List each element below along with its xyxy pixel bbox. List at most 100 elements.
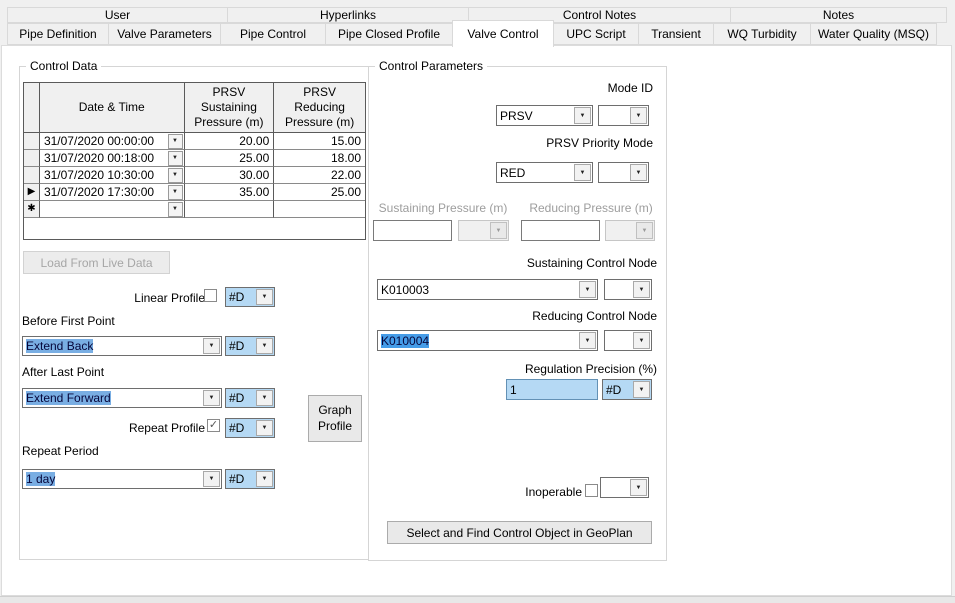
repeat-period-flag-combo[interactable]: #D ▼ [225, 469, 275, 489]
tab-pipe-control[interactable]: Pipe Control [220, 23, 326, 45]
datetime-dropdown-button[interactable]: ▼ [167, 201, 183, 217]
mode-id-flag-combo[interactable]: ▼ [598, 105, 649, 126]
chevron-down-icon[interactable]: ▼ [579, 332, 596, 349]
reducing-cell[interactable] [274, 201, 365, 218]
after-last-point-flag-combo[interactable]: #D ▼ [225, 388, 275, 408]
repeat-period-combo[interactable]: 1 day ▼ [22, 469, 222, 489]
inoperable-checkbox[interactable] [585, 484, 598, 497]
sustaining-cell[interactable]: 30.00 [184, 167, 275, 184]
chevron-down-icon[interactable]: ▼ [630, 164, 647, 181]
chevron-down-icon[interactable]: ▼ [633, 381, 650, 398]
table-row-current[interactable]: ▶ 31/07/2020 17:30:00 ▼ 35.00 25.00 [24, 184, 365, 201]
datetime-cell[interactable]: 31/07/2020 10:30:00 ▼ [39, 167, 185, 184]
after-last-point-combo[interactable]: Extend Forward ▼ [22, 388, 222, 408]
tab-pipe-closed-profile[interactable]: Pipe Closed Profile [325, 23, 453, 45]
priority-mode-combo[interactable]: RED ▼ [496, 162, 593, 183]
datetime-dropdown-button[interactable]: ▼ [167, 184, 183, 200]
chevron-down-icon[interactable]: ▼ [630, 479, 647, 496]
tab-label: Pipe Definition [19, 27, 97, 41]
graph-profile-button[interactable]: Graph Profile [308, 395, 362, 442]
tab-pipe-definition[interactable]: Pipe Definition [7, 23, 109, 45]
sustaining-cell[interactable]: 20.00 [184, 133, 275, 150]
combo-value: Extend Back [26, 339, 94, 353]
sustaining-cell[interactable] [184, 201, 275, 218]
reducing-cell[interactable]: 18.00 [274, 150, 365, 167]
chevron-down-icon[interactable]: ▼ [256, 471, 273, 487]
chevron-down-icon[interactable]: ▼ [203, 390, 220, 406]
datetime-dropdown-button[interactable]: ▼ [167, 133, 183, 149]
tab-user[interactable]: User [7, 7, 228, 23]
load-from-live-data-button[interactable]: Load From Live Data [23, 251, 170, 274]
combo-value: #D [229, 391, 245, 405]
datetime-cell[interactable]: 31/07/2020 00:00:00 ▼ [39, 133, 185, 150]
chevron-down-icon[interactable]: ▼ [574, 107, 591, 124]
repeat-profile-flag-combo[interactable]: #D ▼ [225, 418, 275, 438]
inoperable-flag-combo[interactable]: ▼ [600, 477, 649, 498]
chevron-down-icon[interactable]: ▼ [256, 420, 273, 436]
chevron-down-icon: ▼ [636, 222, 653, 239]
chevron-down-icon[interactable]: ▼ [630, 107, 647, 124]
tab-valve-control[interactable]: Valve Control [452, 20, 554, 47]
before-first-point-flag-combo[interactable]: #D ▼ [225, 336, 275, 356]
datetime-cell[interactable]: ▼ [39, 201, 185, 218]
linear-profile-checkbox[interactable] [204, 289, 217, 302]
chevron-down-icon[interactable]: ▼ [256, 289, 273, 305]
chevron-down-icon[interactable]: ▼ [633, 281, 650, 298]
table-row[interactable]: 31/07/2020 10:30:00 ▼ 30.00 22.00 [24, 167, 365, 184]
combo-value: 1 day [26, 472, 56, 486]
priority-mode-flag-combo[interactable]: ▼ [598, 162, 649, 183]
sustaining-cell[interactable]: 35.00 [184, 184, 275, 201]
datetime-dropdown-button[interactable]: ▼ [167, 150, 183, 166]
regulation-precision-flag-combo[interactable]: #D ▼ [602, 379, 652, 400]
chevron-down-icon[interactable]: ▼ [203, 471, 220, 487]
chevron-down-icon[interactable]: ▼ [633, 332, 650, 349]
datetime-cell[interactable]: 31/07/2020 17:30:00 ▼ [39, 184, 185, 201]
table-row-new[interactable]: ✱ ▼ [24, 201, 365, 218]
tab-notes[interactable]: Notes [730, 7, 947, 23]
table-row[interactable]: 31/07/2020 00:00:00 ▼ 20.00 15.00 [24, 133, 365, 150]
sustaining-control-node-flag-combo[interactable]: ▼ [604, 279, 652, 300]
regulation-precision-input[interactable] [506, 379, 598, 400]
sustaining-pressure-input[interactable] [373, 220, 452, 241]
row-selector[interactable]: ✱ [24, 201, 40, 218]
before-first-point-combo[interactable]: Extend Back ▼ [22, 336, 222, 356]
combo-value [459, 221, 489, 240]
tab-label: Notes [822, 8, 855, 22]
chevron-down-icon[interactable]: ▼ [256, 338, 273, 354]
reducing-cell[interactable]: 25.00 [274, 184, 365, 201]
row-selector[interactable] [24, 150, 40, 167]
reducing-cell[interactable]: 22.00 [274, 167, 365, 184]
row-selector[interactable] [24, 133, 40, 150]
tab-wq-turbidity[interactable]: WQ Turbidity [713, 23, 811, 45]
chevron-down-icon[interactable]: ▼ [579, 281, 596, 298]
chevron-down-icon[interactable]: ▼ [256, 390, 273, 406]
reducing-control-node-flag-combo[interactable]: ▼ [604, 330, 652, 351]
tab-water-quality-msq[interactable]: Water Quality (MSQ) [810, 23, 937, 45]
tab-hyperlinks[interactable]: Hyperlinks [227, 7, 469, 23]
repeat-period-label: Repeat Period [22, 444, 99, 458]
arrow-glyph: ▼ [635, 112, 642, 119]
chevron-down-icon[interactable]: ▼ [574, 164, 591, 181]
repeat-profile-checkbox[interactable]: ✓ [207, 419, 220, 432]
datetime-cell[interactable]: 31/07/2020 00:18:00 ▼ [39, 150, 185, 167]
row-selector-header [24, 83, 40, 133]
reducing-control-node-combo[interactable]: K010004 ▼ [377, 330, 598, 351]
col-header-datetime: Date & Time [39, 83, 185, 133]
select-find-geoplan-button[interactable]: Select and Find Control Object in GeoPla… [387, 521, 652, 544]
combo-value: #D [229, 472, 245, 486]
sustaining-cell[interactable]: 25.00 [184, 150, 275, 167]
row-selector[interactable]: ▶ [24, 184, 40, 201]
datetime-dropdown-button[interactable]: ▼ [167, 167, 183, 183]
tab-transient[interactable]: Transient [638, 23, 714, 45]
table-row[interactable]: 31/07/2020 00:18:00 ▼ 25.00 18.00 [24, 150, 365, 167]
tab-valve-parameters[interactable]: Valve Parameters [108, 23, 221, 45]
control-data-table[interactable]: Date & Time PRSV Sustaining Pressure (m)… [23, 82, 366, 240]
tab-upc-script[interactable]: UPC Script [553, 23, 639, 45]
chevron-down-icon[interactable]: ▼ [203, 338, 220, 354]
reducing-pressure-input[interactable] [521, 220, 600, 241]
mode-id-combo[interactable]: PRSV ▼ [496, 105, 593, 126]
sustaining-control-node-combo[interactable]: K010003 ▼ [377, 279, 598, 300]
reducing-cell[interactable]: 15.00 [274, 133, 365, 150]
row-selector[interactable] [24, 167, 40, 184]
linear-profile-flag-combo[interactable]: #D ▼ [225, 287, 275, 307]
